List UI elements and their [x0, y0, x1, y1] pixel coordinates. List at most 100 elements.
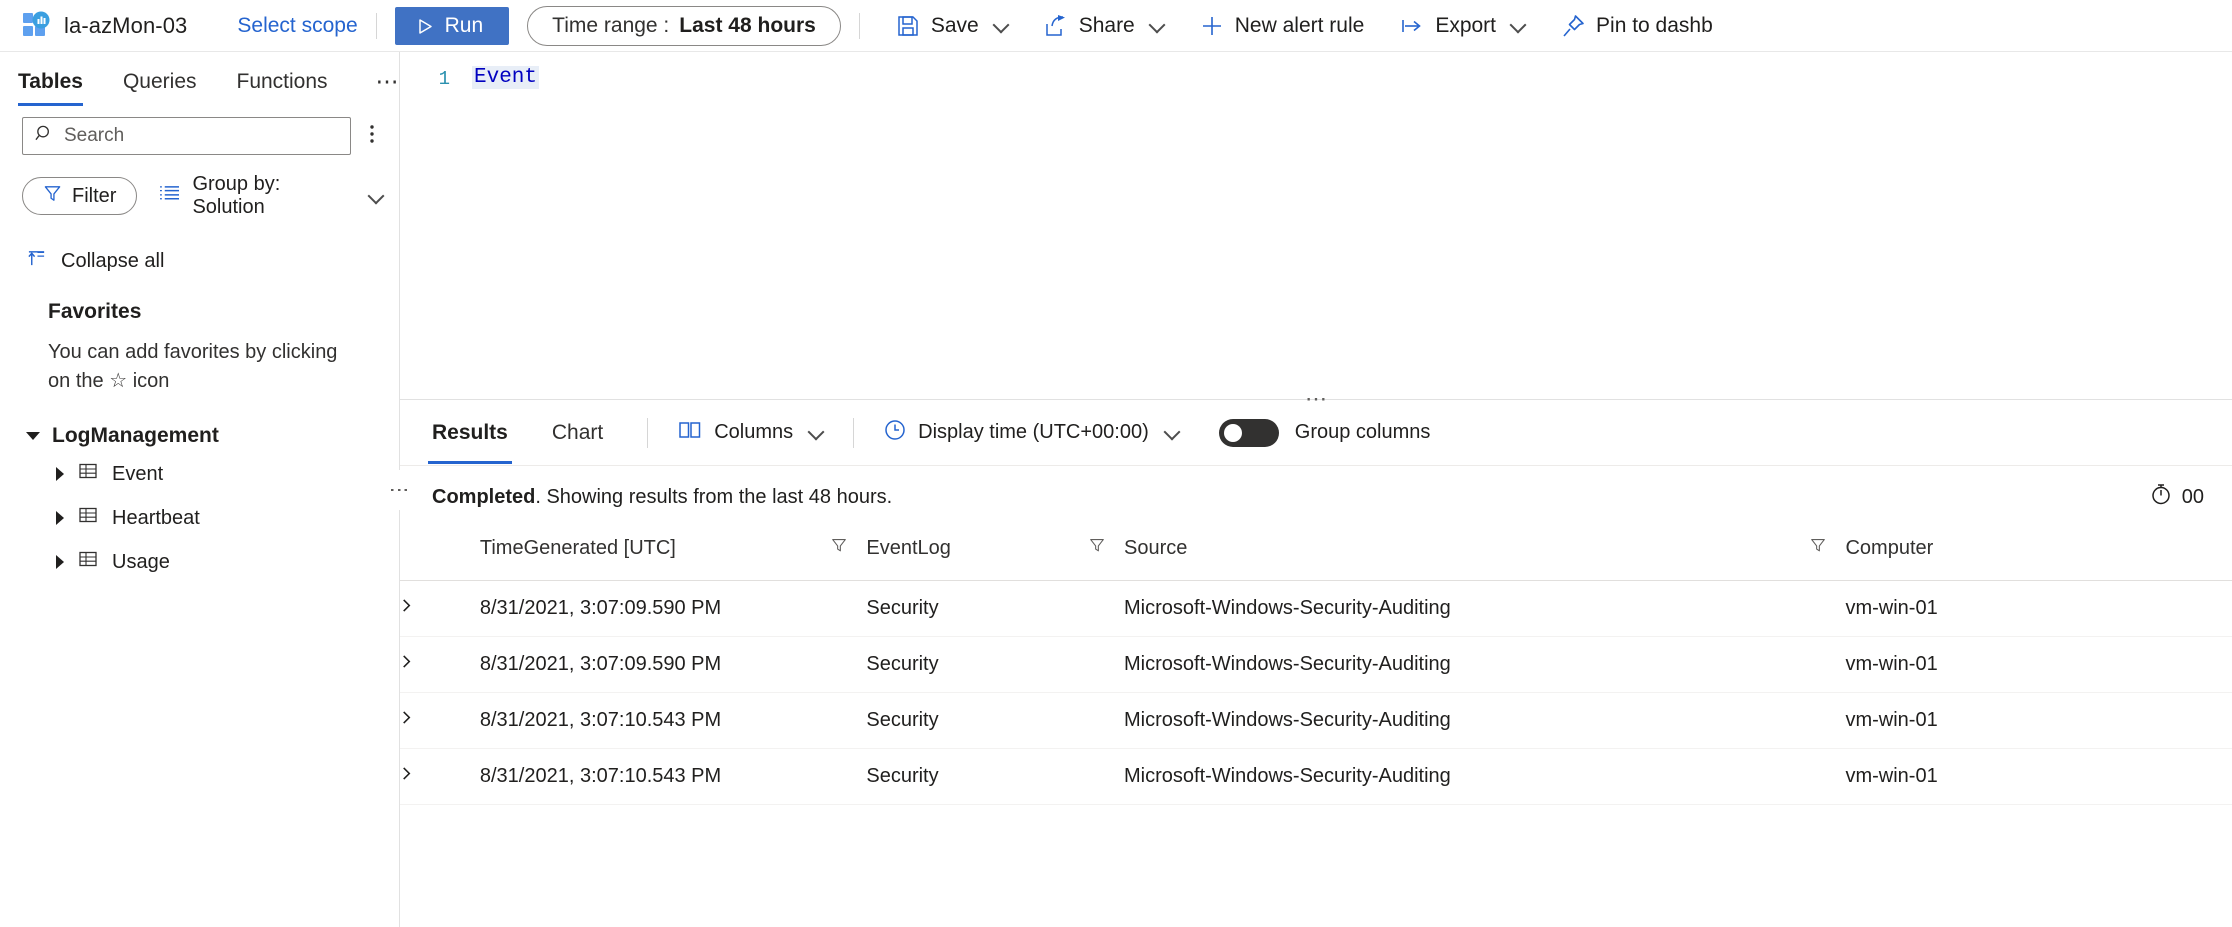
share-button-label: Share [1078, 13, 1135, 37]
new-alert-rule-button[interactable]: New alert rule [1189, 6, 1376, 46]
tab-results[interactable]: Results [428, 401, 512, 464]
row-expand-cell[interactable] [400, 748, 480, 805]
sidebar-resize-handle[interactable]: ⋮ [388, 469, 410, 510]
cell-timegenerated: 8/31/2021, 3:07:10.543 PM [479, 748, 867, 805]
table-icon [78, 505, 98, 531]
expand-column-header [400, 528, 480, 581]
caret-right-icon[interactable] [56, 555, 64, 569]
group-columns-label: Group columns [1294, 421, 1431, 443]
line-number: 1 [438, 68, 450, 90]
columns-icon [678, 420, 702, 446]
search-icon [35, 124, 54, 148]
top-command-bar: la-azMon-03 Select scope Run Time range … [0, 0, 2232, 52]
tab-functions[interactable]: Functions [237, 66, 328, 106]
tab-tables[interactable]: Tables [18, 66, 83, 106]
filter-column-icon[interactable] [830, 536, 848, 560]
select-scope-link[interactable]: Select scope [237, 14, 357, 38]
chevron-right-icon[interactable] [400, 709, 413, 732]
group-by-button[interactable]: Group by: Solution [159, 173, 383, 219]
vertical-dots-icon[interactable] [361, 123, 383, 149]
left-sidebar: Tables Queries Functions ⋯ « [0, 52, 439, 927]
row-expand-cell[interactable] [400, 580, 480, 637]
favorites-heading: Favorites [48, 300, 142, 323]
tree-item-label: Event [112, 462, 164, 485]
tab-chart[interactable]: Chart [552, 401, 603, 464]
run-button[interactable]: Run [394, 6, 510, 45]
pin-to-dashboard-button[interactable]: Pin to dashb [1550, 6, 1724, 46]
columns-label: Columns [714, 421, 794, 443]
sidebar-filter-row: Filter Group by: Solution [0, 155, 399, 219]
caret-down-icon [26, 432, 40, 440]
time-range-value: Last 48 hours [679, 13, 816, 37]
filter-column-icon[interactable] [1088, 536, 1106, 560]
save-button[interactable]: Save [885, 6, 1019, 46]
toolbar-divider-1 [375, 12, 377, 39]
cell-eventlog: Security [866, 636, 1125, 693]
play-icon [417, 17, 433, 34]
table-icon [78, 549, 98, 575]
column-header-label: Source [1124, 536, 1188, 559]
group-columns-control: Group columns [1218, 418, 1431, 447]
chevron-down-icon [1166, 426, 1179, 439]
tree-item-usage[interactable]: Usage [0, 540, 399, 584]
column-header-timegenerated[interactable]: TimeGenerated [UTC] [479, 528, 867, 581]
chevron-right-icon[interactable] [400, 653, 413, 676]
caret-right-icon[interactable] [56, 511, 64, 525]
group-columns-toggle[interactable] [1218, 418, 1279, 447]
tree-item-heartbeat[interactable]: Heartbeat [0, 496, 399, 540]
cell-computer: vm-win-01 [1845, 748, 2232, 805]
caret-right-icon[interactable] [56, 467, 64, 481]
table-row[interactable]: 8/31/2021, 3:07:10.543 PM Security Micro… [400, 692, 2232, 749]
star-icon: ☆ [109, 370, 128, 392]
filter-column-icon[interactable] [1809, 536, 1827, 560]
table-row[interactable]: 8/31/2021, 3:07:09.590 PM Security Micro… [400, 636, 2232, 693]
query-text[interactable]: Event [472, 66, 540, 89]
row-expand-cell[interactable] [400, 636, 480, 693]
run-button-label: Run [444, 13, 484, 37]
export-button[interactable]: Export [1389, 6, 1536, 46]
tree-item-label: Heartbeat [112, 506, 200, 529]
table-row[interactable]: 8/31/2021, 3:07:09.590 PM Security Micro… [400, 580, 2232, 637]
results-status-row: Completed. Showing results from the last… [400, 466, 2232, 528]
collapse-all-label: Collapse all [61, 250, 165, 272]
clock-icon [884, 419, 906, 447]
cell-timegenerated: 8/31/2021, 3:07:09.590 PM [479, 636, 867, 693]
tree-item-label: Usage [112, 550, 170, 573]
log-analytics-app: la-azMon-03 Select scope Run Time range … [0, 0, 2232, 927]
filter-button[interactable]: Filter [22, 177, 138, 215]
tree-group-label: LogManagement [52, 424, 219, 447]
elapsed-value: 00 [2181, 485, 2204, 508]
columns-button[interactable]: Columns [672, 420, 829, 446]
funnel-icon [43, 184, 62, 209]
tab-queries[interactable]: Queries [123, 66, 197, 106]
main-pane: 1 Event ⋯ Results Chart Columns Display … [400, 52, 2232, 927]
share-button[interactable]: Share [1033, 6, 1175, 46]
search-input[interactable] [64, 125, 338, 147]
chevron-right-icon[interactable] [400, 597, 413, 620]
chevron-right-icon[interactable] [400, 765, 413, 788]
display-time-button[interactable]: Display time (UTC+00:00) [878, 419, 1185, 447]
table-row[interactable]: 8/31/2021, 3:07:10.543 PM Security Micro… [400, 748, 2232, 805]
column-header-label: TimeGenerated [UTC] [479, 536, 676, 559]
toolbar-divider-2 [858, 12, 860, 39]
query-editor[interactable]: 1 Event ⋯ [400, 52, 2232, 409]
column-header-source[interactable]: Source [1124, 528, 1846, 581]
tree-group-logmanagement[interactable]: LogManagement [0, 420, 399, 452]
column-header-computer[interactable]: Computer [1845, 528, 2232, 581]
column-header-eventlog[interactable]: EventLog [866, 528, 1125, 581]
results-table: TimeGenerated [UTC] EventLog Source Comp… [400, 528, 2232, 805]
column-header-label: EventLog [866, 536, 951, 559]
cell-source: Microsoft-Windows-Security-Auditing [1124, 692, 1846, 749]
search-box[interactable] [22, 117, 351, 155]
new-alert-rule-label: New alert rule [1234, 13, 1365, 37]
collapse-all-button[interactable]: Collapse all [0, 219, 399, 274]
results-table-body: 8/31/2021, 3:07:09.590 PM Security Micro… [400, 580, 2232, 805]
cell-eventlog: Security [866, 748, 1125, 805]
editor-resize-handle[interactable]: ⋯ [400, 387, 2232, 409]
chevron-down-icon [810, 426, 823, 439]
column-header-label: Computer [1845, 537, 1934, 559]
row-expand-cell[interactable] [400, 692, 480, 749]
time-range-picker[interactable]: Time range : Last 48 hours [527, 5, 841, 46]
tree-item-event[interactable]: Event [0, 452, 399, 496]
query-elapsed: 00 [2150, 483, 2204, 511]
